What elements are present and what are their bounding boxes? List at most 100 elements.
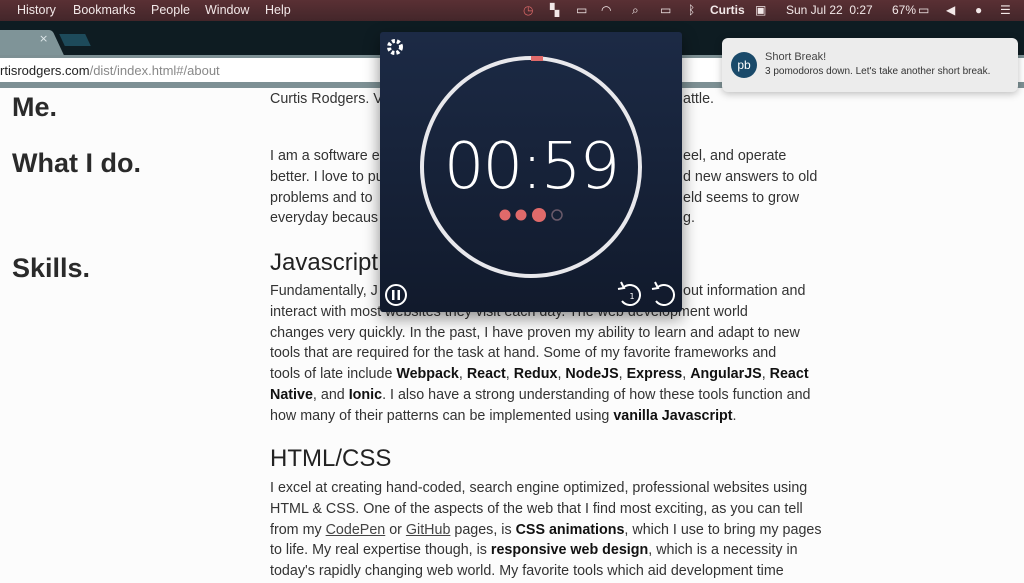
text: , xyxy=(682,366,691,383)
link[interactable]: GitHub xyxy=(406,522,451,538)
url-host: rtisrodgers.com xyxy=(0,63,90,78)
text: , and xyxy=(312,387,349,403)
text: tools that are required for the task at … xyxy=(270,345,777,362)
intro-right: attle. xyxy=(683,91,714,107)
tab-close-icon[interactable]: × xyxy=(39,32,48,45)
link[interactable]: CodePen xyxy=(326,522,386,538)
bold-text: CSS animations xyxy=(515,521,625,538)
airplay-icon[interactable]: ▭ xyxy=(660,3,671,17)
keyboard-icon[interactable]: ▭ xyxy=(576,3,587,17)
js-line: tools of late include Webpack, React, Re… xyxy=(270,366,809,382)
js-line: tools that are required for the task at … xyxy=(270,345,776,361)
js-line-right: out information and xyxy=(683,283,806,299)
reset-pomodoro-button[interactable]: 1 xyxy=(617,281,641,306)
bold-text: responsive web design xyxy=(490,542,649,559)
html-line: to life. My real expertise though, is re… xyxy=(270,542,798,558)
window-layout-icon[interactable]: ▚ xyxy=(550,3,559,17)
text: Fundamentally, J xyxy=(270,283,378,299)
js-line: changes very quickly. In the past, I hav… xyxy=(270,325,800,341)
pause-button[interactable] xyxy=(385,284,407,306)
heading-skills: Skills. xyxy=(12,253,91,283)
menu-history[interactable]: History xyxy=(17,3,56,17)
menu-window[interactable]: Window xyxy=(205,3,249,17)
pomodoro-popup: 1 00:59 xyxy=(380,32,682,312)
menu-help[interactable]: Help xyxy=(265,3,291,17)
siri-icon[interactable]: ● xyxy=(975,3,982,17)
bluetooth-icon[interactable]: ᛒ xyxy=(688,3,695,17)
battery-percent[interactable]: 67% xyxy=(892,3,916,17)
reset-count: 1 xyxy=(629,292,634,301)
html-css-heading: HTML/CSS xyxy=(270,445,392,472)
what-line-left: everyday becaus xyxy=(270,210,379,227)
text: , xyxy=(761,366,770,383)
bold-text: NodeJS xyxy=(565,366,619,383)
active-tab[interactable] xyxy=(0,30,64,55)
text: , xyxy=(458,366,467,383)
js-line: Native, and Ionic. I also have a strong … xyxy=(270,387,810,403)
what-line-right: g. xyxy=(683,210,695,227)
bold-text: Express xyxy=(626,366,683,383)
calendar-icon[interactable]: ▣ xyxy=(755,3,766,17)
battery-icon: ▭ xyxy=(918,3,930,17)
what-line-left: I am a software e xyxy=(270,148,380,164)
bold-text: Ionic xyxy=(348,387,383,403)
text: changes very quickly. In the past, I hav… xyxy=(270,324,800,341)
text: pages, is xyxy=(450,521,516,538)
restart-button[interactable] xyxy=(651,281,675,306)
html-line: HTML & CSS. One of the aspects of the we… xyxy=(270,501,803,517)
bold-text: Native xyxy=(270,387,313,403)
what-line-right: eel, and operate xyxy=(683,148,787,164)
text: from my xyxy=(270,521,326,538)
app-icon: pb xyxy=(731,52,757,78)
text: to life. My real expertise though, is xyxy=(270,542,491,559)
text: , which I use to bring my pages xyxy=(624,521,822,538)
menu-bar: History Bookmarks People Window Help ◷ ▚… xyxy=(0,0,1024,21)
url-path: /dist/index.html#/about xyxy=(89,63,220,78)
menu-bookmarks[interactable]: Bookmarks xyxy=(73,3,136,17)
timer-display: 00:59 xyxy=(443,130,620,204)
text: , xyxy=(618,366,627,383)
new-tab-button[interactable] xyxy=(59,34,91,46)
bold-text: Redux xyxy=(513,366,558,383)
text: HTML & CSS. One of the aspects of the we… xyxy=(270,500,803,517)
pomodoro-dot-complete xyxy=(515,209,527,221)
text: I excel at creating hand-coded, search e… xyxy=(270,480,808,496)
text: today's rapidly changing web world. My f… xyxy=(270,563,784,580)
html-line: from my CodePen or GitHub pages, is CSS … xyxy=(270,522,822,538)
pomodoro-dot-pending xyxy=(551,209,563,221)
bold-text: React xyxy=(769,366,809,383)
heading-me: Me. xyxy=(12,92,58,122)
js-line: Fundamentally, J xyxy=(270,283,378,299)
bold-text: Webpack xyxy=(396,366,459,383)
pomodoro-dot-complete xyxy=(499,209,511,221)
what-line-right: eld seems to grow xyxy=(683,189,800,206)
search-icon[interactable]: ⌕ xyxy=(632,3,639,18)
text: tools of late include xyxy=(270,366,397,383)
html-line: I excel at creating hand-coded, search e… xyxy=(270,480,807,496)
text: , which is a necessity in xyxy=(648,542,798,559)
intro-left: Curtis Rodgers. V xyxy=(270,91,383,107)
bold-text: React xyxy=(466,366,506,383)
javascript-heading: Javascript xyxy=(270,249,379,276)
bold-text: vanilla Javascript xyxy=(613,407,733,424)
text: or xyxy=(385,521,406,538)
notification-center-icon[interactable]: ☰ xyxy=(1000,3,1011,17)
html-line: today's rapidly changing web world. My f… xyxy=(270,563,784,579)
text: . xyxy=(732,407,737,424)
volume-icon[interactable]: ◀ xyxy=(946,3,955,17)
clock[interactable]: Sun Jul 22 0:27 xyxy=(786,3,873,17)
user-name[interactable]: Curtis xyxy=(710,3,745,17)
notification-title: Short Break! xyxy=(765,51,827,63)
bold-text: AngularJS xyxy=(690,366,762,383)
notification-banner[interactable]: pb Short Break! 3 pomodoros down. Let's … xyxy=(722,38,1018,92)
text: , xyxy=(505,366,514,383)
menu-people[interactable]: People xyxy=(151,3,190,17)
pomodoro-timer-icon[interactable]: ◷ xyxy=(523,3,533,17)
pomodoro-dot-complete xyxy=(532,208,546,222)
settings-gear-icon[interactable] xyxy=(387,39,403,55)
wifi-icon[interactable]: ◠ xyxy=(601,3,611,17)
notification-message: 3 pomodoros down. Let's take another sho… xyxy=(765,66,991,77)
what-line-right: d new answers to old xyxy=(683,168,818,185)
timer-progress-marker xyxy=(531,56,543,61)
heading-what-i-do: What I do. xyxy=(12,148,141,178)
